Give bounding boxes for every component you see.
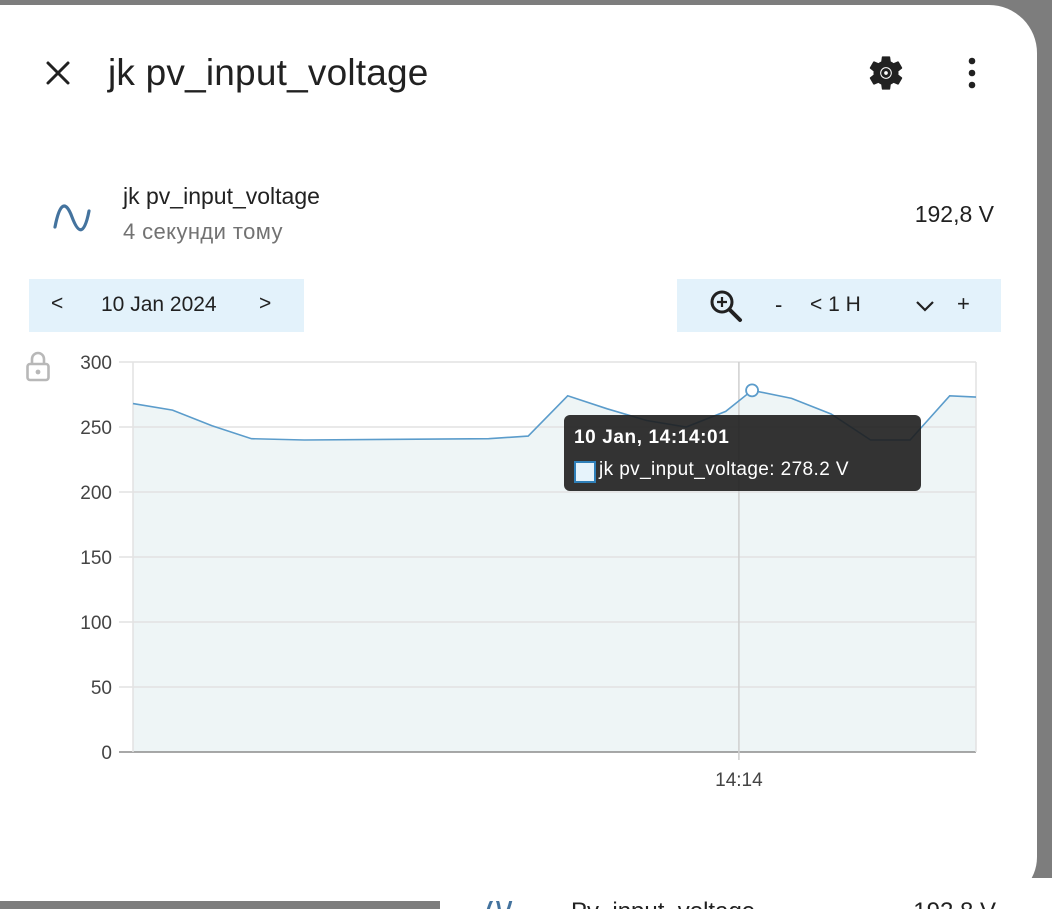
tooltip-title: 10 Jan, 14:14:01 (574, 427, 730, 448)
chart-tooltip: 10 Jan, 14:14:01 jk pv_input_voltage: 27… (564, 415, 921, 491)
y-tick-label: 200 (80, 483, 112, 504)
more-info-dialog: jk pv_input_voltage jk pv_input_voltage … (0, 5, 1037, 901)
tooltip-series-value: jk pv_input_voltage: 278.2 V (599, 459, 849, 480)
y-tick-label: 250 (80, 418, 112, 439)
y-tick-label: 50 (91, 678, 112, 699)
x-tick-label: 14:14 (715, 770, 763, 791)
tooltip-series-swatch (574, 461, 596, 483)
y-tick-label: 300 (80, 353, 112, 374)
y-tick-label: 100 (80, 613, 112, 634)
highlighted-data-point (745, 383, 759, 398)
y-tick-label: 150 (80, 548, 112, 569)
y-tick-label: 0 (101, 743, 112, 764)
